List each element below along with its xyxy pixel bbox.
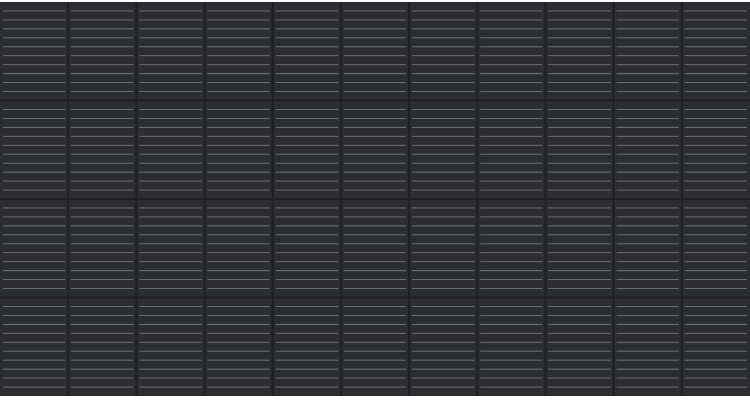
solar-cell-grid xyxy=(0,2,750,396)
solar-panel-photo xyxy=(0,0,750,400)
solar-panel xyxy=(0,2,750,396)
